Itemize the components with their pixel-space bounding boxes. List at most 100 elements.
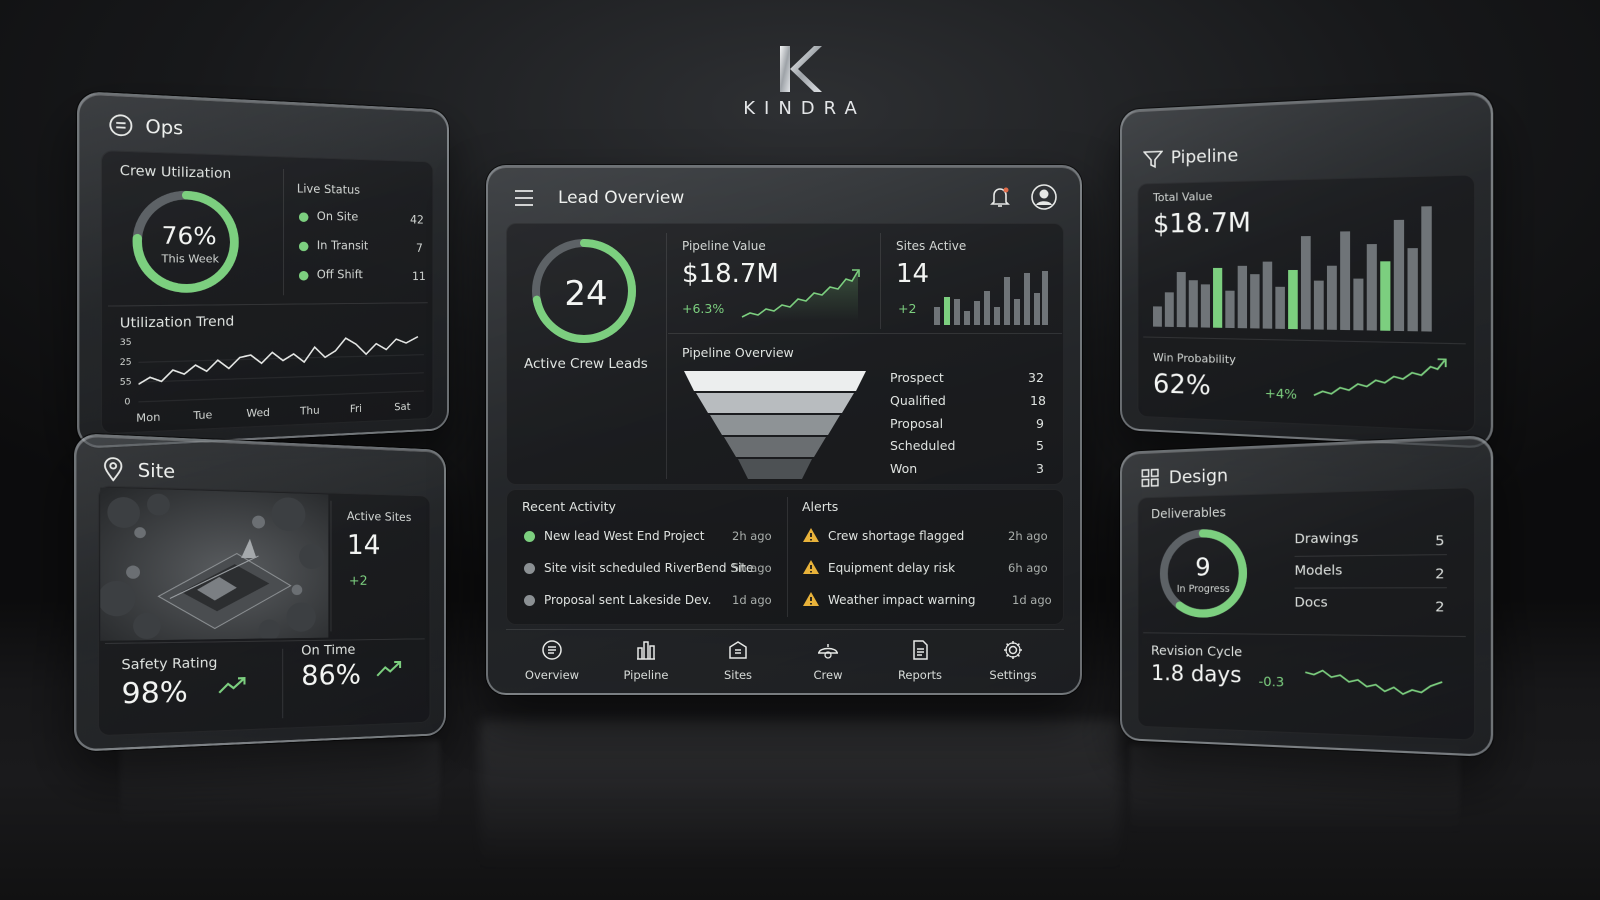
funnel-stage-label: Scheduled [890,438,955,453]
funnel-stage-count: 32 [1028,370,1044,385]
utilization-trend-label: Utilization Trend [120,313,234,331]
funnel-stage-count: 18 [1030,393,1046,408]
recent-activity-label: Recent Activity [522,499,616,514]
funnel-stage-count: 9 [1036,416,1044,431]
sites-active-delta: +2 [898,301,916,316]
map-pin-icon [103,457,124,482]
notification-bell-icon[interactable] [989,185,1011,209]
alert-text: Equipment delay risk [828,561,955,575]
trend-xtick: Mon [136,412,160,425]
status-count-off-shift: 11 [412,270,426,283]
activity-time: 5h ago [732,561,772,575]
ops-icon [108,113,134,138]
funnel-stage-label: Won [890,461,917,476]
nav-sites-label: Sites [698,668,778,682]
trend-up-icon [375,659,403,678]
deliverables-value: 9 [1193,553,1213,582]
active-sites-delta: +2 [349,572,368,587]
ops-divider [283,169,284,295]
status-label-off-shift: Off Shift [317,268,363,282]
status-count-in-transit: 7 [416,242,423,255]
nav-settings[interactable]: Settings [973,639,1053,682]
activity-time: 1d ago [732,593,772,607]
funnel-stage-label: Qualified [890,393,946,408]
main-h-divider [668,333,1062,334]
site-title: Site [138,460,175,483]
trend-up-icon [217,675,248,695]
design-title: Design [1169,466,1228,489]
main-v-divider [666,233,667,479]
hamburger-menu-icon[interactable] [514,189,534,207]
alert-time: 1d ago [1012,593,1052,607]
brand-logo: KINDRA [700,44,900,119]
funnel-stage-label: Proposal [890,416,943,431]
site-panel: Site Active Sites 14 +2 Safety Rating 98… [74,433,446,752]
activity-status-dot [524,531,535,542]
trend-xtick: Wed [246,407,270,420]
nav-divider [506,629,1064,630]
trend-ytick: 0 [124,397,130,407]
status-dot-on-site [299,212,308,222]
live-status-label: Live Status [297,182,360,197]
safety-rating-label: Safety Rating [121,654,217,672]
activity-status-dot [524,563,535,574]
warning-icon [802,591,820,607]
deliverable-label: Drawings [1295,529,1359,546]
crew-utilization-value: 76% [161,223,216,251]
nav-overview[interactable]: Overview [512,639,592,682]
revision-cycle-delta: -0.3 [1259,673,1285,689]
site-aerial-image [100,488,328,641]
revision-cycle-sparkline [1303,664,1447,700]
ops-panel: Ops Crew Utilization 76% This Week Live … [77,91,449,449]
deliverables-sub: In Progress [1177,584,1230,595]
trend-xtick: Sat [394,402,410,414]
deliverable-count: 5 [1435,532,1444,549]
crew-utilization-sub: This Week [161,254,218,266]
nav-pipeline[interactable]: Pipeline [606,639,686,682]
pipeline-title: Pipeline [1171,145,1238,168]
pipeline-value-delta: +6.3% [682,301,724,316]
status-label-on-site: On Site [317,210,358,224]
funnel-stage-count: 5 [1036,438,1044,453]
activity-status-dot [524,595,535,606]
utilization-trend-chart [138,328,425,406]
design-panel: Design Deliverables 9 In Progress Drawin… [1120,435,1493,757]
trend-xtick: Thu [300,405,320,417]
win-probability-value: 62% [1153,369,1211,402]
pipeline-funnel-chart [684,371,866,479]
sites-active-value: 14 [896,259,929,289]
win-probability-delta: +4% [1265,385,1297,402]
revision-cycle-label: Revision Cycle [1151,642,1242,659]
reports-icon [909,639,931,661]
sites-active-bar-chart [932,263,1048,325]
nav-sites[interactable]: Sites [698,639,778,682]
active-sites-value: 14 [347,530,381,561]
nav-crew[interactable]: Crew [788,639,868,682]
alert-text: Crew shortage flagged [828,529,964,543]
alert-text: Weather impact warning [828,593,976,607]
pipeline-value-sparkline [740,265,862,321]
pipeline-panel: Pipeline Total Value $18.7M Win Probabil… [1120,91,1493,449]
warning-icon [802,527,820,543]
on-time-label: On Time [301,641,355,658]
activity-text: New lead West End Project [544,529,704,543]
activity-time: 2h ago [732,529,772,543]
status-dot-in-transit [299,242,308,251]
sites-active-label: Sites Active [896,239,966,253]
safety-rating-value: 98% [121,676,187,711]
alert-time: 2h ago [1008,529,1048,543]
overview-icon [541,639,563,661]
site-divider-2 [282,649,283,718]
user-avatar-icon[interactable] [1030,183,1058,211]
trend-xtick: Fri [350,404,362,416]
page-title: Lead Overview [558,188,684,208]
on-time-value: 86% [301,660,361,693]
trend-xtick: Tue [193,410,212,423]
trend-ytick: 25 [120,357,132,367]
settings-icon [1002,639,1024,661]
deliverable-count: 2 [1435,598,1444,615]
nav-reports[interactable]: Reports [880,639,960,682]
trend-ytick: 55 [120,377,132,387]
warning-icon [802,559,820,575]
activity-divider [787,497,788,617]
